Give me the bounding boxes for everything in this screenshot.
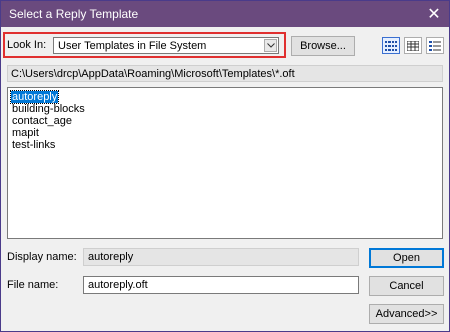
list-item[interactable]: contact_age [11,115,73,127]
chevron-down-icon[interactable] [264,39,277,52]
template-file-list[interactable]: autoreply building-blocks contact_age ma… [7,87,443,239]
close-icon[interactable]: ✕ [419,1,449,27]
list-view-icon[interactable] [404,37,422,54]
list-item[interactable]: building-blocks [11,103,86,115]
lookin-label: Look In: [7,39,47,51]
browse-button[interactable]: Browse... [291,36,355,56]
file-name-input[interactable] [83,276,359,294]
open-button[interactable]: Open [369,248,444,268]
title-bar[interactable]: Select a Reply Template ✕ [1,1,449,27]
cancel-button[interactable]: Cancel [369,276,444,296]
list-item[interactable]: test-links [11,139,56,151]
display-name-label: Display name: [7,251,77,263]
list-item[interactable]: mapit [11,127,40,139]
advanced-button[interactable]: Advanced>> [369,304,444,324]
lookin-dropdown[interactable]: User Templates in File System [53,37,279,54]
display-name-value: autoreply [88,251,134,263]
list-item[interactable]: autoreply [9,90,60,104]
path-text: C:\Users\drcp\AppData\Roaming\Microsoft\… [11,68,295,80]
details-view-icon[interactable] [382,37,400,54]
dialog-title: Select a Reply Template [9,7,139,21]
properties-view-icon[interactable] [426,37,444,54]
lookin-selected-value: User Templates in File System [58,40,207,52]
file-name-label: File name: [7,279,59,291]
display-name-field: autoreply [83,248,359,266]
path-field: C:\Users\drcp\AppData\Roaming\Microsoft\… [7,65,443,82]
select-reply-template-dialog: Select a Reply Template ✕ Look In: User … [0,0,450,332]
